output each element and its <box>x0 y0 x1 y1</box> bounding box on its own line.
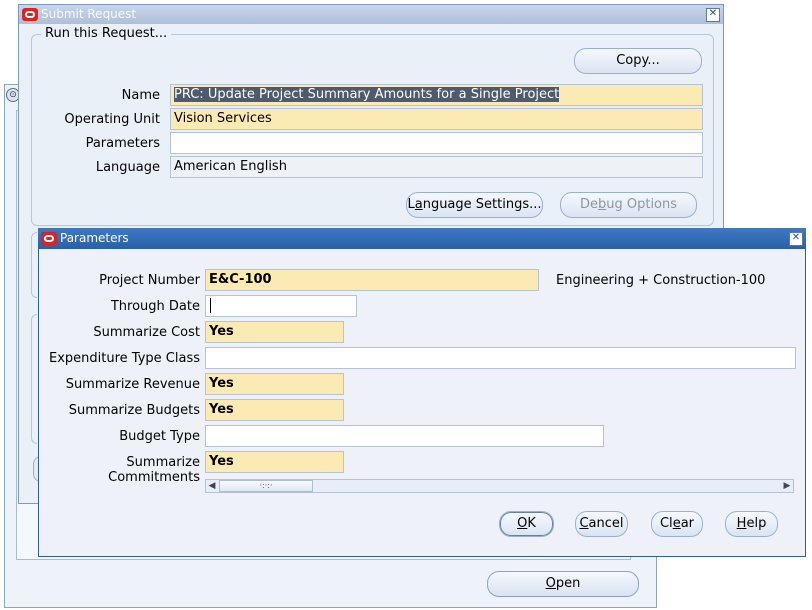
summarize-commitments-label: Summarize Commitments <box>108 455 200 485</box>
language-field[interactable]: American English <box>170 156 703 178</box>
close-icon[interactable]: ✕ <box>706 8 720 22</box>
language-label: Language <box>95 160 160 175</box>
language-settings-text-pre: L <box>407 197 415 212</box>
close-icon[interactable]: ✕ <box>789 232 803 246</box>
summarize-budgets-label: Summarize Budgets <box>68 403 200 418</box>
cancel-mnemonic: C <box>579 516 589 531</box>
operating-unit-field[interactable]: Vision Services <box>170 108 703 130</box>
summarize-revenue-label: Summarize Revenue <box>65 377 200 392</box>
expenditure-type-class-label: Expenditure Type Class <box>49 351 200 366</box>
submit-request-title: Submit Request <box>41 7 137 21</box>
open-button-mnemonic: O <box>545 576 556 591</box>
project-number-field[interactable]: E&C-100 <box>205 269 539 291</box>
help-mnemonic: H <box>736 516 747 531</box>
scroll-thumb[interactable]: ·:·:· <box>219 480 313 492</box>
debug-options-button[interactable]: Debug Options <box>560 192 697 218</box>
help-button[interactable]: Help <box>725 511 778 537</box>
options-group-edge <box>31 314 37 444</box>
scroll-left-icon[interactable]: ◀ <box>206 480 218 492</box>
budget-type-field[interactable] <box>205 425 604 447</box>
open-button-rest: pen <box>555 576 581 591</box>
ok-button[interactable]: OK <box>499 511 554 537</box>
cancel-text: ancel <box>588 516 624 531</box>
language-settings-mnemonic: a <box>414 197 423 212</box>
oracle-icon <box>41 232 57 245</box>
help-text: elp <box>746 516 767 531</box>
ok-text: K <box>527 516 536 531</box>
open-button[interactable]: Open <box>487 571 639 597</box>
language-settings-text-post: nguage Settings... <box>422 197 542 212</box>
debug-options-mnemonic: b <box>597 197 607 212</box>
language-settings-button[interactable]: Language Settings... <box>406 192 543 218</box>
ok-mnemonic: O <box>517 516 528 531</box>
schedule-group-edge <box>31 232 37 298</box>
through-date-label: Through Date <box>110 299 200 314</box>
parameters-label: Parameters <box>85 136 160 151</box>
clear-button[interactable]: Clear <box>651 511 703 537</box>
summarize-revenue-field[interactable]: Yes <box>205 373 344 395</box>
project-number-description: Engineering + Construction-100 <box>556 273 766 288</box>
expenditure-type-class-field[interactable] <box>205 347 796 369</box>
name-label: Name <box>121 88 160 103</box>
operating-unit-label: Operating Unit <box>64 112 160 127</box>
submit-request-titlebar: Submit Request ✕ <box>19 5 723 24</box>
project-number-label: Project Number <box>99 273 200 288</box>
summarize-budgets-field[interactable]: Yes <box>205 399 344 421</box>
copy-button[interactable]: Copy... <box>574 48 702 74</box>
parameters-title: Parameters <box>60 231 129 245</box>
name-field[interactable]: PRC: Update Project Summary Amounts for … <box>170 84 703 106</box>
name-field-text: PRC: Update Project Summary Amounts for … <box>174 87 560 102</box>
summarize-cost-field[interactable]: Yes <box>205 321 344 343</box>
through-date-field[interactable] <box>205 295 357 317</box>
oracle-icon <box>22 8 38 21</box>
summarize-cost-label: Summarize Cost <box>93 325 200 340</box>
clear-text-pre: Cl <box>659 516 673 531</box>
parameters-titlebar: Parameters ✕ <box>38 228 806 249</box>
parameters-field[interactable] <box>170 132 703 154</box>
budget-type-label: Budget Type <box>119 429 200 444</box>
clear-text-post: ar <box>680 516 694 531</box>
debug-options-text-post: ug Options <box>606 197 678 212</box>
clear-mnemonic: e <box>672 516 681 531</box>
text-cursor <box>210 298 211 313</box>
debug-options-text-pre: De <box>579 197 598 212</box>
run-request-group-title: Run this Request... <box>41 26 172 41</box>
summarize-commitments-field[interactable]: Yes <box>205 451 344 473</box>
cancel-button[interactable]: Cancel <box>575 511 628 537</box>
scroll-right-icon[interactable]: ▶ <box>781 480 793 492</box>
